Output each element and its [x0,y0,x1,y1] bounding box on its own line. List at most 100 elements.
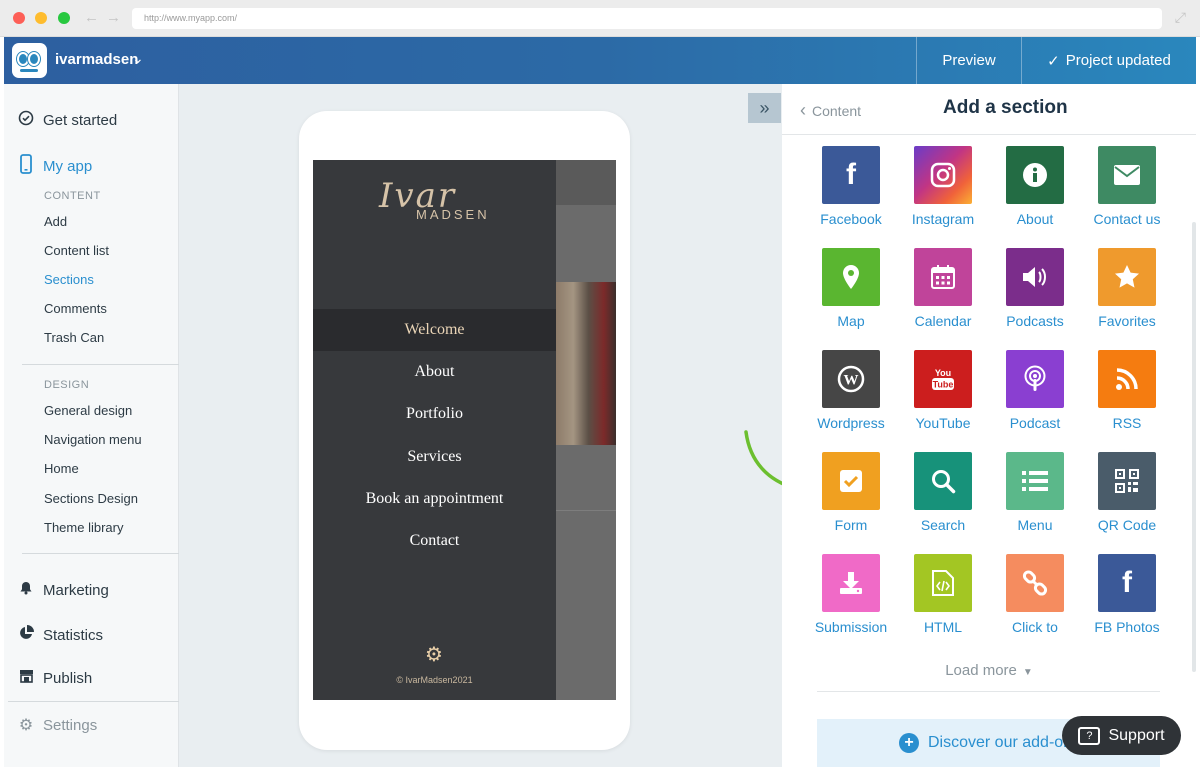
map-pin-icon [822,248,880,306]
section-tile-label: Favorites [1098,313,1156,329]
menu-item-services[interactable]: Services [313,436,556,478]
star-icon [1098,248,1156,306]
section-tile[interactable]: Submission [805,554,897,649]
section-tile[interactable]: Podcasts [989,248,1081,343]
sidebar-item-navigation-menu[interactable]: Navigation menu [44,432,142,447]
section-tile-label: Menu [1017,517,1053,533]
section-tile-label: Map [837,313,865,329]
project-status-button[interactable]: ✓ Project updated [1021,37,1196,84]
check-icon: ✓ [1047,52,1060,70]
sidebar-item-label: Publish [43,670,93,687]
chevron-down-icon[interactable]: ⌄ [132,50,144,67]
section-tile[interactable]: Instagram [897,146,989,241]
checkbox-icon [822,452,880,510]
section-tile[interactable]: Form [805,452,897,547]
copyright-text: © IvarMadsen2021 [396,675,473,685]
section-tile-label: About [1016,211,1054,227]
account-name[interactable]: ivarmadsen [55,51,138,68]
panel-scrollbar[interactable] [1192,222,1196,672]
info-icon [1006,146,1064,204]
link-icon [1006,554,1064,612]
sidebar-item-sections-design[interactable]: Sections Design [44,491,138,506]
maximize-window-button[interactable] [58,12,70,24]
search-icon [914,452,972,510]
load-more-label: Load more [945,662,1017,679]
fullscreen-icon[interactable]: ⤢ [1175,9,1186,26]
list-icon [1006,452,1064,510]
section-tile-label: FB Photos [1094,619,1160,635]
load-more-button[interactable]: Load more ▼ [782,662,1196,679]
menu-item-book-appointment[interactable]: Book an appointment [313,478,556,520]
section-tile[interactable]: Calendar [897,248,989,343]
background-photo [555,282,616,445]
menu-item-contact[interactable]: Contact [313,520,556,562]
check-circle-icon [17,110,35,131]
design-heading: DESIGN [44,379,90,391]
section-tile[interactable]: W Wordpress [805,350,897,445]
back-arrow-icon[interactable]: ← [84,9,99,26]
app-logo-icon [12,43,47,78]
gear-icon[interactable]: ⚙ [425,642,443,667]
section-tile[interactable]: RSS [1081,350,1173,445]
forward-arrow-icon[interactable]: → [106,9,121,26]
preview-button[interactable]: Preview [916,37,1021,84]
sidebar-item-comments[interactable]: Comments [44,301,107,316]
section-tile-label: HTML [923,619,963,635]
section-tile[interactable]: Favorites [1081,248,1173,343]
section-tile[interactable]: About [989,146,1081,241]
divider [22,364,179,365]
section-tile[interactable]: Podcast [989,350,1081,445]
app-header: ivarmadsen ⌄ Preview ✓ Project updated [4,37,1196,84]
section-tile[interactable]: HTML [897,554,989,649]
project-status-label: Project updated [1065,52,1171,69]
back-to-content-link[interactable]: ‹ Content [800,100,861,121]
collapse-panel-button[interactable]: » [748,93,781,123]
sidebar-item-add[interactable]: Add [44,214,67,229]
sidebar-item-statistics[interactable]: Statistics [17,625,103,646]
url-bar[interactable]: http://www.myapp.com/ [132,8,1162,29]
section-tile[interactable]: Contact us [1081,146,1173,241]
section-tile[interactable]: Click to [989,554,1081,649]
sidebar-item-label: Marketing [43,582,109,599]
sidebar-item-theme-library[interactable]: Theme library [44,520,123,535]
youtube-icon: You Tube [914,350,972,408]
section-tile[interactable]: QR Code [1081,452,1173,547]
menu-item-about[interactable]: About [313,351,556,393]
sidebar-item-publish[interactable]: Publish [17,669,92,688]
sidebar-item-home[interactable]: Home [44,461,79,476]
facebook-icon: f [822,146,880,204]
section-tile[interactable]: You Tube YouTube [897,350,989,445]
section-tile[interactable]: Map [805,248,897,343]
section-tile-label: RSS [1112,415,1142,431]
caret-down-icon: ▼ [1022,667,1033,678]
section-tile-label: Calendar [914,313,972,329]
qr-code-icon [1098,452,1156,510]
gear-icon: ⚙ [18,717,34,734]
section-tile[interactable]: f Facebook [805,146,897,241]
sidebar-item-settings[interactable]: ⚙ Settings [17,715,97,735]
sidebar-item-marketing[interactable]: Marketing [17,581,109,600]
sidebar-item-label: Get started [43,112,118,129]
code-file-icon [914,554,972,612]
sidebar-item-sections[interactable]: Sections [44,272,94,287]
section-tile[interactable]: Menu [989,452,1081,547]
back-label: Content [812,102,862,119]
chevron-left-icon: ‹ [800,100,806,120]
section-tile-label: Click to [1012,619,1058,635]
sidebar-item-my-app[interactable]: My app [17,154,92,179]
minimize-window-button[interactable] [35,12,47,24]
menu-item-portfolio[interactable]: Portfolio [313,393,556,435]
speaker-icon [1006,248,1064,306]
sidebar-item-trash-can[interactable]: Trash Can [44,330,104,345]
sidebar: Get started My app CONTENT Add Content l… [4,84,179,767]
section-tile[interactable]: Search [897,452,989,547]
section-tile-label: Contact us [1093,211,1161,227]
sidebar-item-content-list[interactable]: Content list [44,243,109,258]
support-button[interactable]: ? Support [1062,716,1181,755]
menu-item-welcome[interactable]: Welcome [313,309,556,351]
chat-question-icon: ? [1078,726,1101,745]
sidebar-item-general-design[interactable]: General design [44,403,132,418]
sidebar-item-get-started[interactable]: Get started [17,110,117,131]
close-window-button[interactable] [13,12,25,24]
section-tile[interactable]: f FB Photos [1081,554,1173,649]
